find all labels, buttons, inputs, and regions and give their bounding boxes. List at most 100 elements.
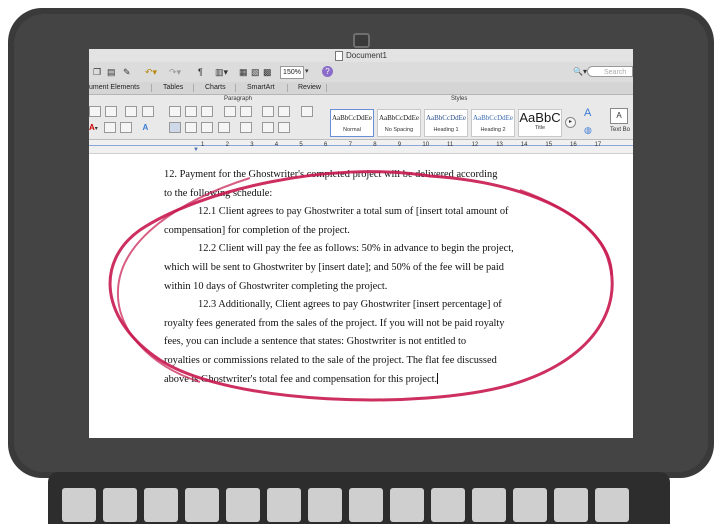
title-bar: Document1 xyxy=(89,49,633,62)
word-window: Document1 ❐ ▤ ✎ ↶▾ ↷▾ ¶ ▥▾ ▦ ▧ ▩ 150% ▾ … xyxy=(89,49,633,438)
keyboard xyxy=(48,472,670,524)
sidebar-icon[interactable]: ▦ xyxy=(239,66,248,78)
sort-icon[interactable] xyxy=(262,106,275,118)
multilevel-list-icon[interactable] xyxy=(105,106,118,118)
last-line-text: above is Ghostwriter's total fee and com… xyxy=(164,373,438,385)
copy-icon[interactable]: ❐ xyxy=(93,66,101,78)
ruler-number: 9 xyxy=(397,142,402,148)
standard-toolbar: ❐ ▤ ✎ ↶▾ ↷▾ ¶ ▥▾ ▦ ▧ ▩ 150% ▾ ? 🔍▾ Searc… xyxy=(89,62,633,82)
list-controls-row xyxy=(89,106,156,118)
align-center-icon[interactable] xyxy=(185,122,198,134)
decrease-indent-icon[interactable] xyxy=(125,106,138,118)
window-title: Document1 xyxy=(346,51,387,60)
ruler-number: 4 xyxy=(274,142,279,148)
search-input[interactable]: Search xyxy=(587,66,633,77)
numbered-list-icon[interactable] xyxy=(89,106,101,118)
ruler-number: 10 xyxy=(422,142,430,148)
keyboard-key xyxy=(513,488,547,522)
horizontal-ruler[interactable]: ▼ 1 2 3 4 5 6 7 8 9 10 11 12 13 14 15 16 17 xyxy=(89,140,633,154)
keyboard-key xyxy=(62,488,96,522)
style-preview: AaBbC xyxy=(519,110,561,125)
styles-next-icon[interactable]: ▸ xyxy=(565,117,576,128)
keyboard-key xyxy=(267,488,301,522)
keyboard-key xyxy=(390,488,424,522)
toolbox-icon[interactable]: ▩ xyxy=(263,66,272,78)
character-spacing-icon[interactable] xyxy=(120,122,133,134)
style-heading-1[interactable]: AaBbCcDdEe Heading 1 xyxy=(424,109,468,137)
text-box-icon[interactable]: A xyxy=(610,108,628,124)
outdent-icon[interactable] xyxy=(223,106,236,118)
format-painter-icon[interactable]: ✎ xyxy=(123,66,131,78)
font-color-dropdown-icon[interactable]: ▾ xyxy=(95,126,98,132)
zoom-dropdown-icon[interactable]: ▾ xyxy=(305,66,309,78)
keyboard-key xyxy=(226,488,260,522)
gallery-icon[interactable]: ▧ xyxy=(251,66,260,78)
shading-icon[interactable] xyxy=(262,122,275,134)
tab-charts[interactable]: Charts xyxy=(205,82,226,94)
indent-icon[interactable] xyxy=(239,106,252,118)
ruler-number: 14 xyxy=(520,142,528,148)
ruler-number: 11 xyxy=(447,142,454,148)
tab-separator xyxy=(235,84,236,92)
paragraph-line: 12.2 Client will pay the fee as follows:… xyxy=(198,243,514,255)
paragraph-line: 12.1 Client agrees to pay Ghostwriter a … xyxy=(198,206,509,218)
style-normal[interactable]: AaBbCcDdEe Normal xyxy=(330,109,374,137)
document-body[interactable]: 12. Payment for the Ghostwriter's comple… xyxy=(164,166,564,389)
style-heading-2[interactable]: AaBbCcDdEe Heading 2 xyxy=(471,109,515,137)
text-effects-icon[interactable]: A xyxy=(143,123,149,132)
ruler-number: 5 xyxy=(299,142,303,148)
tab-separator xyxy=(326,84,327,92)
paragraph-line: within 10 days of Ghostwriter completing… xyxy=(164,280,388,292)
pilcrow-icon[interactable]: ¶ xyxy=(198,66,203,78)
undo-icon[interactable]: ↶▾ xyxy=(145,66,157,78)
outline-icon[interactable] xyxy=(201,106,214,118)
ruler-number: 13 xyxy=(496,142,503,148)
paste-icon[interactable]: ▤ xyxy=(107,66,116,78)
ruler-number: 16 xyxy=(570,142,577,148)
paragraph-line: 12.3 Additionally, Client agrees to pay … xyxy=(198,299,502,311)
paragraph-row-1 xyxy=(169,106,315,118)
columns-icon[interactable] xyxy=(300,106,313,118)
redo-icon[interactable]: ↷▾ xyxy=(169,66,181,78)
tab-smartart[interactable]: SmartArt xyxy=(247,82,275,94)
style-label: Heading 2 xyxy=(480,127,506,133)
highlight-icon[interactable] xyxy=(104,122,117,134)
paragraph-line: royalty fees generated from the sales of… xyxy=(164,317,505,329)
document-page[interactable]: 12. Payment for the Ghostwriter's comple… xyxy=(89,154,633,438)
numbering-icon[interactable] xyxy=(185,106,198,118)
search-options-icon[interactable]: 🔍▾ xyxy=(573,66,587,78)
view-icon[interactable]: ▥▾ xyxy=(215,66,228,78)
style-preview: AaBbCcDdEe xyxy=(331,114,373,122)
paragraph-line: above is Ghostwriter's total fee and com… xyxy=(164,371,564,390)
align-right-icon[interactable] xyxy=(201,122,214,134)
zoom-field[interactable]: 150% xyxy=(280,66,304,79)
ruler-number: 7 xyxy=(348,142,352,148)
align-left-icon[interactable] xyxy=(169,122,181,134)
paragraph-line: which will be sent to Ghostwriter by [in… xyxy=(164,261,504,273)
keyboard-key xyxy=(144,488,178,522)
ruler-number: 2 xyxy=(225,142,229,148)
style-options-icon[interactable]: ◍ xyxy=(584,124,592,136)
keyboard-key xyxy=(308,488,342,522)
styles-group-label: Styles xyxy=(451,96,468,102)
help-icon[interactable]: ? xyxy=(322,66,333,77)
tab-review[interactable]: Review xyxy=(298,82,321,94)
show-marks-icon[interactable] xyxy=(278,106,291,118)
style-no-spacing[interactable]: AaBbCcDdEe No Spacing xyxy=(377,109,421,137)
paragraph-line: royalties or commissions related to the … xyxy=(164,354,497,366)
increase-indent-icon[interactable] xyxy=(141,106,154,118)
borders-icon[interactable] xyxy=(278,122,291,134)
tab-separator xyxy=(193,84,194,92)
ruler-number: 15 xyxy=(545,142,553,148)
style-title[interactable]: AaBbC Title xyxy=(518,109,562,137)
line-spacing-icon[interactable] xyxy=(239,122,252,134)
tab-separator xyxy=(151,84,152,92)
justify-icon[interactable] xyxy=(217,122,230,134)
tab-document-elements[interactable]: ument Elements xyxy=(89,82,140,94)
tab-tables[interactable]: Tables xyxy=(163,82,183,94)
document-icon xyxy=(335,50,344,61)
bullets-icon[interactable] xyxy=(169,106,181,118)
webcam xyxy=(353,33,370,48)
keyboard-key xyxy=(595,488,629,522)
styles-pane-icon[interactable]: A xyxy=(584,107,591,119)
